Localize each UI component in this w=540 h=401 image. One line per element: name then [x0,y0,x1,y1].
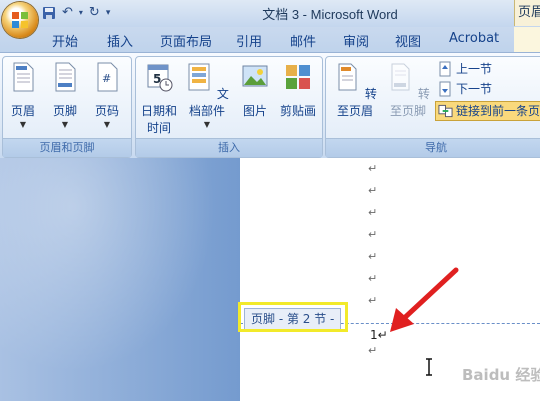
paragraph-mark: ↵ [368,206,378,219]
date-time-label-1: 日期和 [140,104,177,118]
paragraph-mark: ↵ [368,294,378,307]
tab-review[interactable]: 审阅 [343,31,369,50]
clip-art-icon [286,65,310,89]
footer-button-label: 页脚 [52,104,77,118]
red-arrow-annotation-icon [390,267,459,332]
chevron-down-icon: ▼ [19,120,27,129]
page-number-button[interactable]: # 页码 ▼ [90,62,124,130]
calendar-clock-icon: 5 [147,64,173,92]
office-button[interactable] [2,2,38,38]
next-section-button[interactable]: 下一节 [437,80,492,98]
quick-parts-icon [188,63,210,91]
quick-parts-button[interactable]: 文档部件 ▼ [182,62,232,130]
page-number-icon: # [97,62,118,92]
chevron-down-icon: ▼ [203,120,211,129]
tab-references[interactable]: 引用 [236,31,262,50]
next-section-label: 下一节 [456,82,493,96]
clip-art-button[interactable]: 剪贴画 [277,62,319,120]
date-time-label-2: 时间 [146,121,171,135]
group-label: 导航 [326,138,540,157]
header-button-label: 页眉 [10,104,35,118]
picture-label: 图片 [242,104,267,118]
page-number-button-label: 页码 [94,104,119,118]
window-title: 文档 3 - Microsoft Word [262,7,398,22]
paragraph-mark: ↵ [368,250,378,263]
footer-page-icon [55,62,76,92]
tab-acrobat[interactable]: Acrobat [449,31,499,46]
tab-home[interactable]: 开始 [52,31,78,50]
svg-text:Baidu 经验: Baidu 经验 [462,366,540,384]
highlight-annotation-box [238,302,348,332]
paragraph-mark: ↵ [368,162,378,175]
tab-page-layout[interactable]: 页面布局 [160,31,212,50]
customize-qat-button[interactable]: ▾ [106,4,111,22]
office-logo-icon [12,12,28,28]
group-label: 插入 [136,138,322,157]
save-icon[interactable] [42,6,56,20]
tab-mailings[interactable]: 邮件 [290,31,316,50]
date-time-button[interactable]: 5 日期和 时间 [139,62,179,137]
previous-section-button[interactable]: 上一节 [437,60,492,78]
paragraph-mark: ↵ [368,184,378,197]
previous-section-icon [439,61,451,77]
paragraph-mark: ↵ [368,228,378,241]
paragraph-mark: ↵ [368,272,378,285]
undo-icon[interactable]: ↶ [62,4,73,22]
link-to-previous-label: 链接到前一条页 [455,104,540,118]
quick-access-toolbar: ↶ ▾ ↻ ▾ [42,4,110,22]
paragraph-mark: ↵ [368,344,378,357]
tab-insert[interactable]: 插入 [107,31,133,50]
svg-text:#: # [102,72,111,85]
clip-art-label: 剪贴画 [279,104,316,118]
watermark-logo: Baidu 经验 [422,356,540,396]
link-to-previous-icon [438,104,453,118]
goto-header-button[interactable]: 转至页眉 [329,62,381,120]
header-page-icon [13,62,34,92]
next-section-icon [439,81,451,97]
chevron-down-icon: ▼ [103,120,111,129]
redo-icon[interactable]: ↻ [89,4,100,22]
previous-section-label: 上一节 [456,62,493,76]
tab-view[interactable]: 视图 [395,31,421,50]
group-label: 页眉和页脚 [3,138,131,157]
goto-header-icon [338,63,357,91]
contextual-tab-title: 页眉 [514,0,540,26]
ribbon-tab-row: 开始 插入 页面布局 引用 邮件 审阅 视图 Acrobat [0,27,540,52]
goto-footer-button: 转至页脚 [382,62,434,120]
tab-header-footer-design[interactable] [514,27,540,52]
picture-icon [242,65,268,87]
link-to-previous-button[interactable]: 链接到前一条页 [435,101,540,121]
picture-button[interactable]: 图片 [237,62,273,120]
header-button[interactable]: 页眉 ▼ [6,62,40,130]
goto-footer-icon [391,63,410,91]
footer-button[interactable]: 页脚 ▼ [48,62,82,130]
chevron-down-icon: ▼ [61,120,69,129]
undo-dropdown-icon[interactable]: ▾ [79,4,83,22]
